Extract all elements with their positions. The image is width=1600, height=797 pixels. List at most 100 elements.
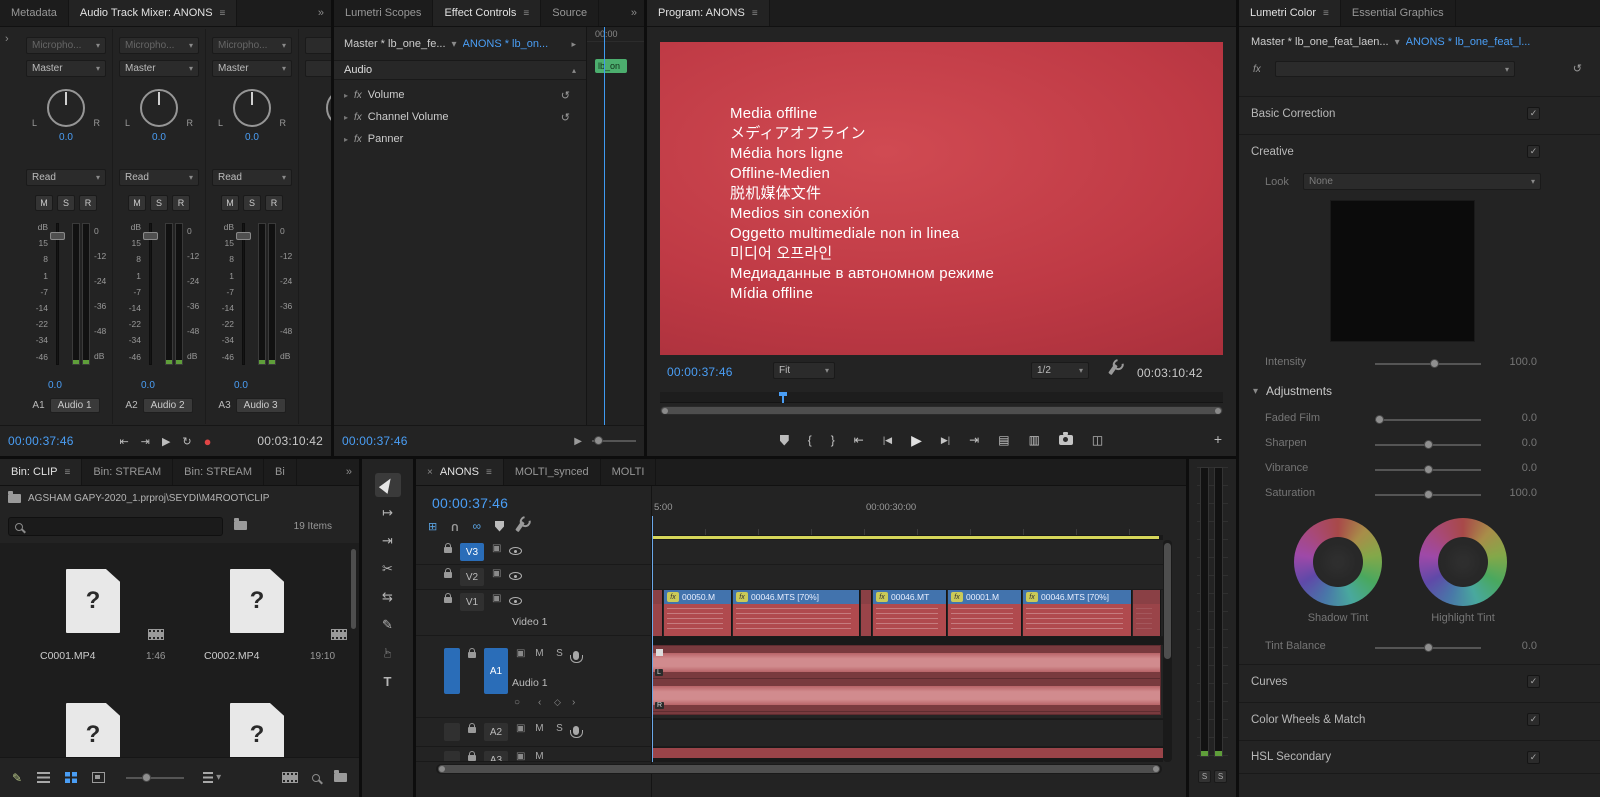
- add-keyframe-icon[interactable]: ◇: [554, 697, 561, 708]
- track-name[interactable]: Audio 1: [512, 677, 548, 689]
- effect-row-volume[interactable]: ▸ fx Volume ↺: [334, 84, 586, 106]
- sync-lock-icon[interactable]: ▣: [492, 543, 501, 554]
- track-header-a2[interactable]: A2 ▣ M S: [416, 720, 652, 747]
- sort-icons-button[interactable]: ▾: [203, 772, 221, 783]
- look-select[interactable]: None ▾: [1303, 173, 1541, 190]
- voiceover-mic-icon[interactable]: [570, 651, 584, 663]
- solo-right-button[interactable]: S: [1214, 770, 1227, 783]
- tab-bin-stream-2[interactable]: Bin: STREAM: [173, 459, 265, 485]
- master-clip-ref[interactable]: Master * lb_one_feat_laen...: [1251, 36, 1389, 48]
- clip-name[interactable]: C0001.MP4: [40, 650, 95, 662]
- section-enabled-checkbox[interactable]: ✓: [1527, 713, 1540, 726]
- slider-value[interactable]: 100.0: [1491, 356, 1537, 368]
- prev-keyframe-icon[interactable]: ‹: [538, 697, 541, 708]
- step-forward-button[interactable]: ▶|: [941, 435, 950, 446]
- track-name-button[interactable]: Audio 1: [49, 398, 100, 413]
- go-to-out-button[interactable]: ⇥: [969, 433, 979, 447]
- record-arm-button[interactable]: R: [172, 195, 190, 211]
- type-tool[interactable]: T: [375, 669, 401, 693]
- mini-ruler[interactable]: 00:00: [587, 27, 644, 42]
- video-clip[interactable]: [1133, 590, 1161, 636]
- automation-select[interactable]: Read ▾: [212, 169, 292, 186]
- play-button[interactable]: ▶: [911, 432, 922, 449]
- collapse-section-icon[interactable]: ▴: [572, 66, 576, 75]
- show-timeline-toggle[interactable]: ▸: [571, 39, 576, 50]
- play-audio-icon[interactable]: ▶: [574, 436, 582, 447]
- pan-knob[interactable]: [233, 89, 271, 127]
- fader-value[interactable]: 0.0: [234, 380, 248, 391]
- comparison-view-button[interactable]: ◫: [1092, 433, 1103, 447]
- lock-icon[interactable]: [444, 593, 452, 603]
- work-area-bar[interactable]: [652, 536, 1159, 539]
- ripple-edit-tool[interactable]: ⇥: [375, 529, 401, 553]
- section-basic-correction[interactable]: Basic Correction ✓: [1239, 96, 1600, 130]
- timeline-playhead[interactable]: [652, 516, 653, 762]
- tab-bin-stream-1[interactable]: Bin: STREAM: [82, 459, 174, 485]
- tab-bin-clipped[interactable]: Bi: [264, 459, 297, 485]
- tab-bin-clip[interactable]: Bin: CLIP ≡: [0, 459, 83, 485]
- slider-value[interactable]: 0.0: [1491, 640, 1537, 652]
- section-enabled-checkbox[interactable]: ✓: [1527, 145, 1540, 158]
- faded-film-slider[interactable]: [1375, 415, 1481, 424]
- lock-icon[interactable]: [444, 543, 452, 553]
- panel-menu-icon[interactable]: ≡: [523, 8, 529, 19]
- vibrance-slider[interactable]: [1375, 465, 1481, 474]
- mini-zoom-slider[interactable]: [592, 436, 636, 445]
- mute-button[interactable]: M: [221, 195, 239, 211]
- fader-handle[interactable]: [236, 232, 251, 240]
- solo-button[interactable]: S: [553, 723, 565, 734]
- hand-tool[interactable]: ☞: [375, 641, 401, 665]
- eye-icon[interactable]: [509, 547, 523, 555]
- zoom-level-select[interactable]: Fit ▾: [773, 362, 835, 379]
- mini-playhead[interactable]: [604, 27, 605, 425]
- thumbnail-zoom-slider[interactable]: [126, 772, 185, 782]
- panel-menu-icon[interactable]: ≡: [752, 8, 758, 19]
- sync-lock-icon[interactable]: ▣: [516, 648, 525, 659]
- mute-button[interactable]: M: [533, 751, 545, 761]
- button-editor-plus[interactable]: +: [1214, 431, 1222, 447]
- effect-row-panner[interactable]: ▸ fx Panner: [334, 128, 586, 150]
- track-v3-content[interactable]: [652, 540, 1163, 565]
- section-enabled-checkbox[interactable]: ✓: [1527, 107, 1540, 120]
- mute-button[interactable]: M: [128, 195, 146, 211]
- list-view-button[interactable]: [37, 772, 51, 783]
- tab-lumetri-color[interactable]: Lumetri Color ≡: [1239, 0, 1341, 26]
- reset-effect-icon[interactable]: ↺: [561, 89, 570, 102]
- disclosure-icon[interactable]: ▸: [344, 135, 348, 144]
- tab-overflow-icon[interactable]: »: [311, 0, 331, 26]
- program-zoom-scrollbar[interactable]: [660, 406, 1223, 415]
- close-icon[interactable]: ×: [427, 467, 433, 478]
- output-select[interactable]: Master ▾: [119, 60, 199, 77]
- sync-lock-icon[interactable]: ▣: [516, 723, 525, 734]
- track-header-v2[interactable]: V2 ▣: [416, 565, 652, 590]
- tab-overflow-icon[interactable]: »: [624, 0, 644, 26]
- video-clip[interactable]: fx 00046.MTS [70%]: [733, 590, 860, 636]
- sync-lock-icon[interactable]: ▣: [516, 751, 525, 761]
- track-a2-content[interactable]: [652, 720, 1163, 747]
- input-select[interactable]: [305, 37, 331, 54]
- highlight-tint-wheel[interactable]: [1419, 518, 1507, 606]
- go-to-out-button[interactable]: ⇥: [141, 435, 150, 448]
- fader-track[interactable]: [56, 223, 59, 365]
- loop-button[interactable]: ↻: [182, 435, 191, 448]
- find-icon[interactable]: [312, 773, 320, 782]
- clip-thumbnail[interactable]: ?: [66, 569, 120, 633]
- mute-button[interactable]: M: [35, 195, 53, 211]
- slider-value[interactable]: 100.0: [1491, 487, 1537, 499]
- pan-knob[interactable]: [47, 89, 85, 127]
- pan-knob[interactable]: [326, 89, 331, 127]
- audio-section-header[interactable]: Audio ▴: [334, 60, 586, 80]
- reset-effect-icon[interactable]: ↺: [1573, 62, 1582, 75]
- track-target[interactable]: V2: [460, 568, 484, 586]
- tab-lumetri-scopes[interactable]: Lumetri Scopes: [334, 0, 434, 26]
- pan-value[interactable]: 0.0: [245, 132, 259, 143]
- slider-value[interactable]: 0.0: [1491, 412, 1537, 424]
- lock-icon[interactable]: [468, 751, 476, 761]
- scroll-handle-left[interactable]: [662, 407, 668, 414]
- mixer-timecode[interactable]: 00:00:37:46: [8, 434, 74, 448]
- scrollbar-thumb[interactable]: [661, 407, 1222, 414]
- saturation-slider[interactable]: [1375, 490, 1481, 499]
- tab-audio-track-mixer[interactable]: Audio Track Mixer: ANONS ≡: [68, 0, 238, 26]
- video-clip[interactable]: fx 00046.MTS [70%]: [1023, 590, 1132, 636]
- mute-button[interactable]: M: [533, 723, 545, 734]
